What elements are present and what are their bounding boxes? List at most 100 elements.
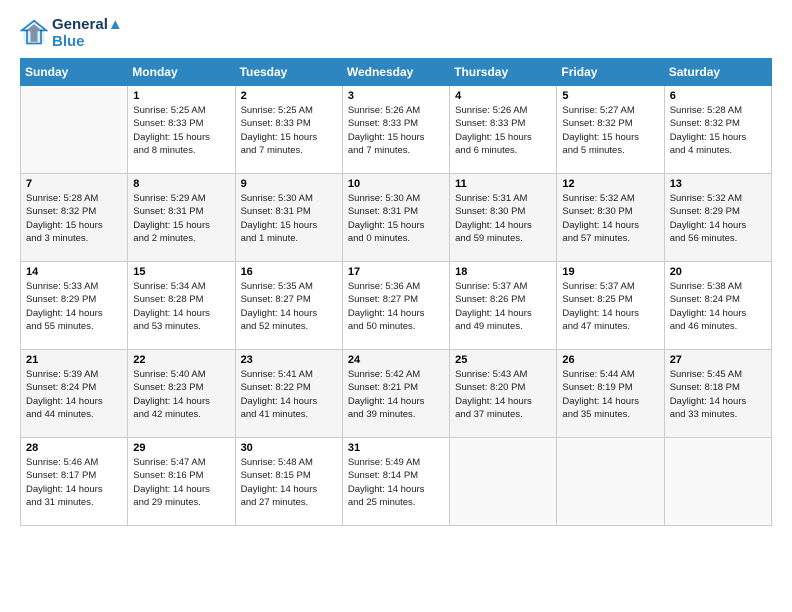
calendar-cell [21,86,128,174]
day-info: Sunrise: 5:47 AM Sunset: 8:16 PM Dayligh… [133,456,229,509]
calendar-cell [450,438,557,526]
calendar-cell: 29Sunrise: 5:47 AM Sunset: 8:16 PM Dayli… [128,438,235,526]
calendar-cell: 16 Sunrise: 5:35 AM Sunset: 8:27 PM Dayli… [235,262,342,350]
day-number: 9 [241,178,337,190]
calendar-cell: 6 Sunrise: 5:28 AM Sunset: 8:32 PM Daylig… [664,86,771,174]
calendar-cell: 21 Sunrise: 5:39 AM Sunset: 8:24 PM Dayli… [21,350,128,438]
calendar-cell: 2 Sunrise: 5:25 AM Sunset: 8:33 PM Daylig… [235,86,342,174]
weekday-header-friday: Friday [557,59,664,86]
day-number: 11 [455,178,551,190]
calendar-cell: 26 Sunrise: 5:44 AM Sunset: 8:19 PM Dayli… [557,350,664,438]
calendar-cell: 28 Sunrise: 5:46 AM Sunset: 8:17 PM Dayli… [21,438,128,526]
day-number: 7 [26,178,122,190]
day-info: Sunrise: 5:37 AM Sunset: 8:26 PM Dayligh… [455,280,551,333]
calendar-cell: 1Sunrise: 5:25 AM Sunset: 8:33 PM Daylig… [128,86,235,174]
calendar-cell: 17 Sunrise: 5:36 AM Sunset: 8:27 PM Dayli… [342,262,449,350]
day-number: 21 [26,354,122,366]
day-info: Sunrise: 5:36 AM Sunset: 8:27 PM Dayligh… [348,280,444,333]
day-info: Sunrise: 5:25 AM Sunset: 8:33 PM Dayligh… [133,104,229,157]
calendar-cell [664,438,771,526]
calendar-week-5: 28 Sunrise: 5:46 AM Sunset: 8:17 PM Dayli… [21,438,772,526]
calendar-cell: 15 Sunrise: 5:34 AM Sunset: 8:28 PM Dayli… [128,262,235,350]
calendar-week-4: 21 Sunrise: 5:39 AM Sunset: 8:24 PM Dayli… [21,350,772,438]
day-info: Sunrise: 5:31 AM Sunset: 8:30 PM Dayligh… [455,192,551,245]
calendar-cell: 25 Sunrise: 5:43 AM Sunset: 8:20 PM Dayli… [450,350,557,438]
day-number: 28 [26,442,122,454]
calendar-cell: 5Sunrise: 5:27 AM Sunset: 8:32 PM Daylig… [557,86,664,174]
day-number: 19 [562,266,658,278]
calendar-week-2: 7 Sunrise: 5:28 AM Sunset: 8:32 PM Daylig… [21,174,772,262]
day-number: 22 [133,354,229,366]
day-info: Sunrise: 5:38 AM Sunset: 8:24 PM Dayligh… [670,280,766,333]
day-info: Sunrise: 5:25 AM Sunset: 8:33 PM Dayligh… [241,104,337,157]
day-number: 18 [455,266,551,278]
calendar-cell: 30 Sunrise: 5:48 AM Sunset: 8:15 PM Dayli… [235,438,342,526]
day-number: 14 [26,266,122,278]
day-number: 13 [670,178,766,190]
calendar-cell [557,438,664,526]
day-number: 27 [670,354,766,366]
day-info: Sunrise: 5:28 AM Sunset: 8:32 PM Dayligh… [26,192,122,245]
day-number: 24 [348,354,444,366]
day-info: Sunrise: 5:41 AM Sunset: 8:22 PM Dayligh… [241,368,337,421]
day-number: 15 [133,266,229,278]
day-info: Sunrise: 5:37 AM Sunset: 8:25 PM Dayligh… [562,280,658,333]
calendar-week-1: 1Sunrise: 5:25 AM Sunset: 8:33 PM Daylig… [21,86,772,174]
weekday-header-row: SundayMondayTuesdayWednesdayThursdayFrid… [21,59,772,86]
day-info: Sunrise: 5:29 AM Sunset: 8:31 PM Dayligh… [133,192,229,245]
day-info: Sunrise: 5:34 AM Sunset: 8:28 PM Dayligh… [133,280,229,333]
day-info: Sunrise: 5:43 AM Sunset: 8:20 PM Dayligh… [455,368,551,421]
weekday-header-sunday: Sunday [21,59,128,86]
day-number: 5 [562,90,658,102]
calendar-cell: 3Sunrise: 5:26 AM Sunset: 8:33 PM Daylig… [342,86,449,174]
day-number: 4 [455,90,551,102]
day-number: 3 [348,90,444,102]
day-number: 6 [670,90,766,102]
day-number: 2 [241,90,337,102]
weekday-header-monday: Monday [128,59,235,86]
logo-icon [20,19,48,47]
day-number: 20 [670,266,766,278]
calendar-cell: 20 Sunrise: 5:38 AM Sunset: 8:24 PM Dayli… [664,262,771,350]
day-info: Sunrise: 5:48 AM Sunset: 8:15 PM Dayligh… [241,456,337,509]
calendar-cell: 19 Sunrise: 5:37 AM Sunset: 8:25 PM Dayli… [557,262,664,350]
calendar-cell: 27 Sunrise: 5:45 AM Sunset: 8:18 PM Dayli… [664,350,771,438]
day-info: Sunrise: 5:49 AM Sunset: 8:14 PM Dayligh… [348,456,444,509]
calendar-week-3: 14 Sunrise: 5:33 AM Sunset: 8:29 PM Dayli… [21,262,772,350]
day-info: Sunrise: 5:33 AM Sunset: 8:29 PM Dayligh… [26,280,122,333]
day-info: Sunrise: 5:30 AM Sunset: 8:31 PM Dayligh… [348,192,444,245]
calendar-cell: 12 Sunrise: 5:32 AM Sunset: 8:30 PM Dayli… [557,174,664,262]
day-number: 12 [562,178,658,190]
day-number: 31 [348,442,444,454]
day-info: Sunrise: 5:46 AM Sunset: 8:17 PM Dayligh… [26,456,122,509]
weekday-header-saturday: Saturday [664,59,771,86]
day-info: Sunrise: 5:45 AM Sunset: 8:18 PM Dayligh… [670,368,766,421]
day-info: Sunrise: 5:26 AM Sunset: 8:33 PM Dayligh… [455,104,551,157]
day-info: Sunrise: 5:39 AM Sunset: 8:24 PM Dayligh… [26,368,122,421]
day-number: 17 [348,266,444,278]
calendar-table: SundayMondayTuesdayWednesdayThursdayFrid… [20,58,772,526]
weekday-header-wednesday: Wednesday [342,59,449,86]
day-number: 25 [455,354,551,366]
day-number: 30 [241,442,337,454]
day-info: Sunrise: 5:40 AM Sunset: 8:23 PM Dayligh… [133,368,229,421]
calendar-cell: 8Sunrise: 5:29 AM Sunset: 8:31 PM Daylig… [128,174,235,262]
calendar-cell: 31 Sunrise: 5:49 AM Sunset: 8:14 PM Dayli… [342,438,449,526]
day-info: Sunrise: 5:44 AM Sunset: 8:19 PM Dayligh… [562,368,658,421]
day-info: Sunrise: 5:42 AM Sunset: 8:21 PM Dayligh… [348,368,444,421]
calendar-cell: 11 Sunrise: 5:31 AM Sunset: 8:30 PM Dayli… [450,174,557,262]
weekday-header-thursday: Thursday [450,59,557,86]
day-number: 10 [348,178,444,190]
day-info: Sunrise: 5:35 AM Sunset: 8:27 PM Dayligh… [241,280,337,333]
day-number: 16 [241,266,337,278]
calendar-cell: 4 Sunrise: 5:26 AM Sunset: 8:33 PM Daylig… [450,86,557,174]
day-number: 26 [562,354,658,366]
day-info: Sunrise: 5:28 AM Sunset: 8:32 PM Dayligh… [670,104,766,157]
day-number: 23 [241,354,337,366]
calendar-cell: 23 Sunrise: 5:41 AM Sunset: 8:22 PM Dayli… [235,350,342,438]
day-info: Sunrise: 5:32 AM Sunset: 8:30 PM Dayligh… [562,192,658,245]
day-info: Sunrise: 5:30 AM Sunset: 8:31 PM Dayligh… [241,192,337,245]
logo-text: General▲ Blue [52,16,123,50]
page-header: General▲ Blue [20,16,772,50]
calendar-cell: 18 Sunrise: 5:37 AM Sunset: 8:26 PM Dayli… [450,262,557,350]
